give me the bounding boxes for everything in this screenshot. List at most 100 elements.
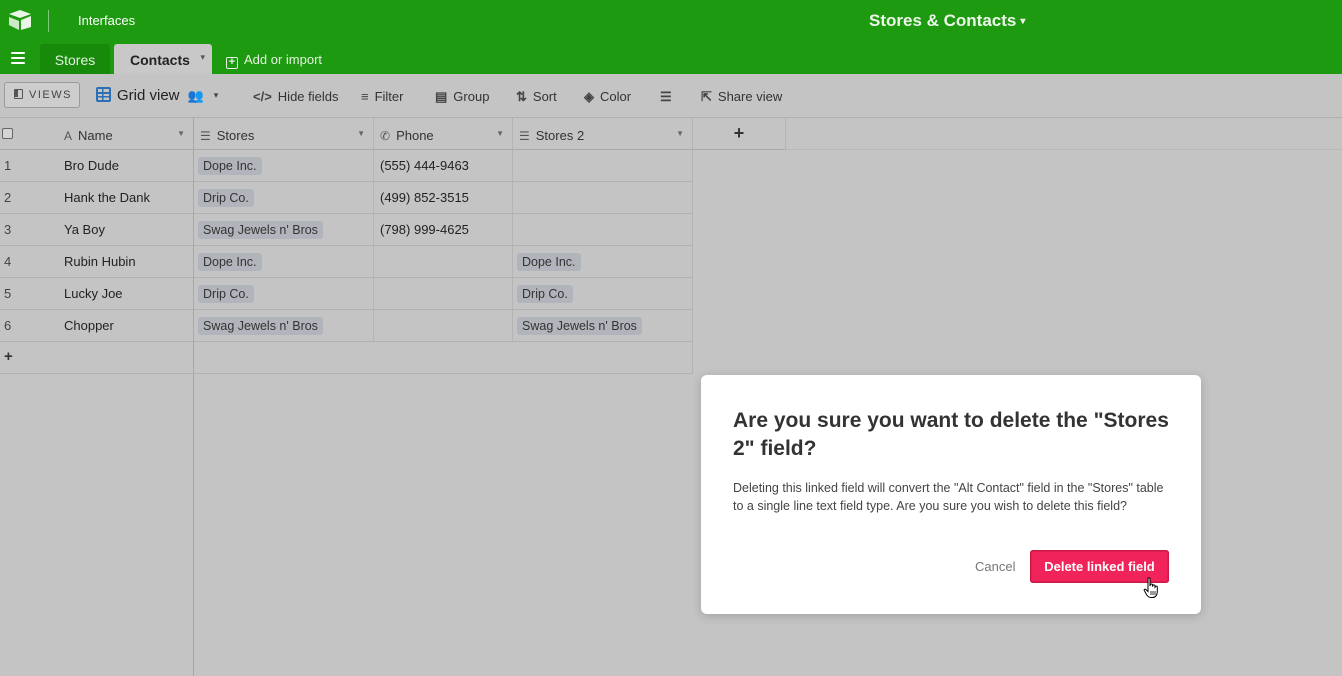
hand-pointer-cursor-icon bbox=[1143, 577, 1158, 598]
tab-stores[interactable]: Stores bbox=[40, 44, 110, 74]
column-header-stores-2[interactable]: ☰ Stores 2 ▼ bbox=[513, 118, 693, 150]
row-number[interactable]: 6 bbox=[0, 310, 54, 342]
dialog-title: Are you sure you want to delete the "Sto… bbox=[733, 409, 1169, 460]
linked-record-chip[interactable]: Swag Jewels n' Bros bbox=[198, 221, 323, 239]
select-all-header bbox=[0, 118, 54, 150]
linked-record-icon: ☰ bbox=[200, 129, 211, 143]
cell-stores[interactable]: Dope Inc. bbox=[194, 150, 374, 182]
paint-bucket-icon: ◈ bbox=[584, 89, 594, 104]
base-title-text: Stores & Contacts bbox=[869, 11, 1017, 30]
grid-view-switcher[interactable]: Grid view 👥 ▾ bbox=[96, 87, 218, 104]
cell-stores[interactable]: Dope Inc. bbox=[194, 246, 374, 278]
cell-name[interactable]: Rubin Hubin bbox=[54, 246, 194, 278]
view-name: Grid view bbox=[117, 87, 180, 104]
people-icon: 👥 bbox=[187, 88, 204, 103]
column-header-label: Stores bbox=[216, 128, 255, 143]
cell-phone[interactable] bbox=[374, 246, 513, 278]
column-header-phone[interactable]: ✆ Phone ▼ bbox=[374, 118, 513, 150]
linked-record-chip[interactable]: Drip Co. bbox=[198, 285, 254, 303]
linked-record-chip[interactable]: Dope Inc. bbox=[198, 253, 262, 271]
filter-icon: ≡ bbox=[361, 89, 369, 104]
cell-phone[interactable]: (499) 852-3515 bbox=[374, 182, 513, 214]
chevron-down-icon[interactable]: ▼ bbox=[177, 129, 185, 138]
select-all-checkbox[interactable] bbox=[2, 128, 13, 139]
sidebar-panel-icon bbox=[14, 89, 23, 99]
chevron-down-icon[interactable]: ▼ bbox=[676, 129, 684, 138]
phone-icon: ✆ bbox=[380, 129, 391, 143]
cell-name[interactable]: Hank the Dank bbox=[54, 182, 194, 214]
cell-stores[interactable]: Swag Jewels n' Bros bbox=[194, 214, 374, 246]
row-number[interactable]: 3 bbox=[0, 214, 54, 246]
sort-button[interactable]: ⇅ Sort bbox=[516, 89, 557, 105]
column-header-stores[interactable]: ☰ Stores ▼ bbox=[194, 118, 374, 150]
grid-view-icon bbox=[96, 87, 111, 102]
row-number[interactable]: 5 bbox=[0, 278, 54, 310]
dialog-message: Deleting this linked field will convert … bbox=[733, 481, 1164, 513]
airtable-logo-icon[interactable] bbox=[7, 9, 33, 31]
group-label: Group bbox=[453, 89, 490, 104]
top-bar: Interfaces Stores & Contacts ▾ bbox=[0, 0, 1342, 44]
linked-record-chip[interactable]: Dope Inc. bbox=[517, 253, 581, 271]
base-title[interactable]: Stores & Contacts ▾ bbox=[869, 11, 1025, 31]
cell-phone[interactable] bbox=[374, 278, 513, 310]
chevron-down-icon[interactable]: ▼ bbox=[357, 129, 365, 138]
hamburger-icon[interactable] bbox=[11, 52, 25, 66]
color-label: Color bbox=[600, 89, 632, 104]
linked-record-chip[interactable]: Drip Co. bbox=[517, 285, 573, 303]
share-view-label: Share view bbox=[717, 89, 783, 104]
sort-icon: ⇅ bbox=[516, 89, 527, 104]
add-field-button[interactable]: + bbox=[693, 118, 786, 150]
text-field-icon: A bbox=[64, 129, 73, 143]
chevron-down-icon[interactable]: ▼ bbox=[496, 129, 504, 138]
add-record-row-fill bbox=[193, 342, 693, 374]
add-record-row[interactable]: + bbox=[0, 342, 693, 374]
views-button[interactable]: VIEWS bbox=[4, 82, 80, 108]
logo-divider bbox=[48, 10, 49, 32]
linked-record-chip[interactable]: Drip Co. bbox=[198, 189, 254, 207]
cell-stores-2[interactable]: Swag Jewels n' Bros bbox=[513, 310, 693, 342]
cell-name[interactable]: Lucky Joe bbox=[54, 278, 194, 310]
filter-button[interactable]: ≡ Filter bbox=[361, 89, 403, 104]
cell-phone[interactable]: (555) 444-9463 bbox=[374, 150, 513, 182]
column-header-label: Phone bbox=[396, 128, 434, 143]
column-header-name[interactable]: A Name ▼ bbox=[54, 118, 194, 150]
cell-stores-2[interactable] bbox=[513, 214, 693, 246]
plus-icon: + bbox=[226, 57, 238, 69]
cell-stores-2[interactable] bbox=[513, 182, 693, 214]
plus-icon: + bbox=[4, 348, 13, 365]
cell-stores[interactable]: Drip Co. bbox=[194, 278, 374, 310]
share-view-button[interactable]: ⇱ Share view bbox=[701, 89, 782, 105]
cell-stores[interactable]: Drip Co. bbox=[194, 182, 374, 214]
group-button[interactable]: ▤ Group bbox=[435, 89, 489, 105]
cell-stores-2[interactable]: Dope Inc. bbox=[513, 246, 693, 278]
cell-phone[interactable] bbox=[374, 310, 513, 342]
linked-record-chip[interactable]: Swag Jewels n' Bros bbox=[517, 317, 642, 335]
row-number[interactable]: 1 bbox=[0, 150, 54, 182]
sort-label: Sort bbox=[532, 89, 557, 104]
cell-name[interactable]: Bro Dude bbox=[54, 150, 194, 182]
row-height-button[interactable]: ☰ bbox=[660, 89, 678, 105]
cell-name[interactable]: Ya Boy bbox=[54, 214, 194, 246]
linked-record-chip[interactable]: Swag Jewels n' Bros bbox=[198, 317, 323, 335]
cell-stores-2[interactable] bbox=[513, 150, 693, 182]
cell-stores-2[interactable]: Drip Co. bbox=[513, 278, 693, 310]
hide-fields-label: Hide fields bbox=[277, 89, 339, 104]
interfaces-link[interactable]: Interfaces bbox=[78, 13, 135, 28]
cell-phone[interactable]: (798) 999-4625 bbox=[374, 214, 513, 246]
cell-name[interactable]: Chopper bbox=[54, 310, 194, 342]
color-button[interactable]: ◈ Color bbox=[584, 89, 631, 105]
share-icon: ⇱ bbox=[701, 89, 712, 104]
chevron-down-icon[interactable]: ▾ bbox=[200, 52, 205, 63]
header-empty-area bbox=[786, 118, 1342, 150]
cell-stores[interactable]: Swag Jewels n' Bros bbox=[194, 310, 374, 342]
row-number[interactable]: 4 bbox=[0, 246, 54, 278]
add-or-import-button[interactable]: + Add or import bbox=[226, 52, 322, 69]
delete-field-dialog: Are you sure you want to delete the "Sto… bbox=[701, 375, 1201, 614]
cancel-button[interactable]: Cancel bbox=[975, 559, 1015, 574]
add-or-import-label: Add or import bbox=[244, 52, 323, 67]
row-number[interactable]: 2 bbox=[0, 182, 54, 214]
tab-contacts[interactable]: Contacts ▾ bbox=[114, 44, 212, 74]
table-tab-bar: Stores Contacts ▾ + Add or import bbox=[0, 44, 1342, 74]
linked-record-chip[interactable]: Dope Inc. bbox=[198, 157, 262, 175]
hide-fields-button[interactable]: </> Hide fields bbox=[253, 89, 339, 104]
